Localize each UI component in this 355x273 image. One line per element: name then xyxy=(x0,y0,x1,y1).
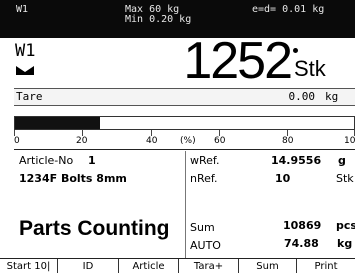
unit-indicator-dot xyxy=(293,48,298,53)
tick-label: 20 xyxy=(76,136,88,146)
tick-label: 0 xyxy=(14,136,20,146)
capacity-bar-fill xyxy=(15,117,100,129)
tare-value: 0.00 xyxy=(288,90,316,103)
auto-label: AUTO xyxy=(190,239,221,252)
auto-value: 74.88 xyxy=(284,237,319,250)
nref-value: 10 xyxy=(275,172,291,185)
tick-label: 100 xyxy=(344,136,355,146)
stability-icon xyxy=(16,66,34,75)
scale-interval: e=d= 0.01 kg xyxy=(252,4,325,15)
status-bar: W1 Max 60 kg Min 0.20 kg e=d= 0.01 kg xyxy=(0,0,355,38)
tick-label: 40 xyxy=(146,136,158,146)
article-number: 1 xyxy=(88,154,96,167)
weight-display: W1 1252 Stk xyxy=(0,32,355,90)
wref-label: wRef. xyxy=(190,154,220,167)
wref-value: 14.9556 xyxy=(271,154,322,167)
tara-plus-button[interactable]: Tara+ xyxy=(179,259,239,273)
info-panel: Article-No 1 1234F Bolts 8mm Parts Count… xyxy=(0,151,355,258)
tare-row: Tare 0.00 kg xyxy=(14,88,355,106)
scale-id: W1 xyxy=(16,4,29,15)
nref-unit: Stk xyxy=(336,172,354,185)
scale-terminal-screen: W1 Max 60 kg Min 0.20 kg e=d= 0.01 kg W1… xyxy=(0,0,355,273)
weight-scale-label: W1 xyxy=(15,41,36,61)
auto-unit: kg xyxy=(337,237,353,250)
id-button[interactable]: ID xyxy=(58,259,119,273)
article-button[interactable]: Article xyxy=(119,259,179,273)
sum-button[interactable]: Sum xyxy=(239,259,297,273)
sum-value: 10869 xyxy=(283,219,322,232)
weight-value: 1252 xyxy=(183,32,293,90)
tick-label: 60 xyxy=(214,136,226,146)
capacity-bar-track xyxy=(14,116,355,130)
print-button[interactable]: Print xyxy=(297,259,355,273)
divider xyxy=(14,149,355,150)
softkey-bar: Start 10| ID Article Tara+ Sum Print xyxy=(0,258,355,273)
mode-title: Parts Counting xyxy=(19,217,170,240)
article-label: Article-No xyxy=(19,154,74,167)
sum-label: Sum xyxy=(190,221,215,234)
nref-label: nRef. xyxy=(190,172,218,185)
tare-label: Tare xyxy=(16,90,43,103)
weight-unit: Stk xyxy=(294,56,326,81)
start-button[interactable]: Start 10| xyxy=(0,259,58,273)
tare-unit: kg xyxy=(325,90,339,103)
tick-label: 80 xyxy=(282,136,294,146)
min-capacity: Min 0.20 kg xyxy=(125,14,192,25)
tick-label: (%) xyxy=(180,136,196,146)
sum-unit: pcs xyxy=(336,219,355,232)
wref-unit: g xyxy=(338,154,346,167)
capacity-bar-scale: 0 20 40 (%) 60 80 100 xyxy=(14,130,355,150)
article-name: 1234F Bolts 8mm xyxy=(19,172,127,185)
capacity-bar: 0 20 40 (%) 60 80 100 xyxy=(0,108,355,150)
